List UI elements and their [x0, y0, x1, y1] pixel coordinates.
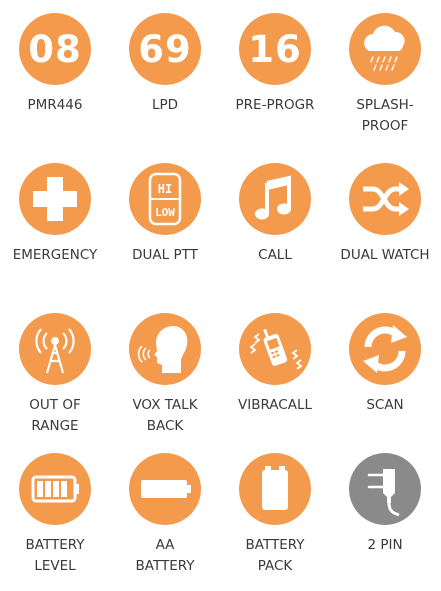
feature-label: CALL — [258, 247, 292, 263]
feature-label: OUT OF RANGE — [29, 397, 81, 434]
feature-number: 69 — [138, 27, 192, 71]
number-16-icon: 16 — [239, 13, 311, 85]
antenna-tower-icon — [19, 313, 91, 385]
music-note-icon — [239, 163, 311, 235]
feature-label: BATTERY PACK — [245, 537, 305, 574]
feature-label: SPLASH- PROOF — [356, 97, 414, 134]
feature-label: VOX TALK BACK — [132, 397, 198, 434]
feature-label: LPD — [151, 97, 179, 113]
number-08-icon: 08 — [19, 13, 91, 85]
feature-label: DUAL PTT — [132, 247, 198, 263]
rain-cloud-icon — [349, 13, 421, 85]
hi-text: HI — [158, 182, 172, 196]
battery-level-icon — [19, 453, 91, 525]
feature-label: PRE-PROGR — [235, 97, 315, 113]
feature-label: SCAN — [366, 397, 404, 413]
feature-label: DUAL WATCH — [340, 247, 430, 263]
feature-label: BATTERY LEVEL — [25, 537, 85, 574]
hi-low-icon: HI LOW — [129, 163, 201, 235]
power-plug-icon — [349, 453, 421, 525]
battery-pack-icon — [239, 453, 311, 525]
aa-battery-icon — [129, 453, 201, 525]
feature-number: 08 — [28, 27, 82, 71]
feature-label: PMR446 — [27, 97, 83, 113]
feature-label: AA BATTERY — [135, 537, 195, 574]
feature-label: VIBRACALL — [237, 397, 312, 413]
number-69-icon: 69 — [129, 13, 201, 85]
low-text: LOW — [155, 206, 175, 219]
shuffle-icon — [349, 163, 421, 235]
cross-icon — [19, 163, 91, 235]
feature-label: EMERGENCY — [12, 247, 98, 263]
voice-head-icon — [129, 313, 201, 385]
feature-label: 2 PIN — [367, 537, 403, 553]
scan-arrows-icon — [349, 313, 421, 385]
vibrating-phone-icon — [239, 313, 311, 385]
feature-number: 16 — [248, 27, 302, 71]
